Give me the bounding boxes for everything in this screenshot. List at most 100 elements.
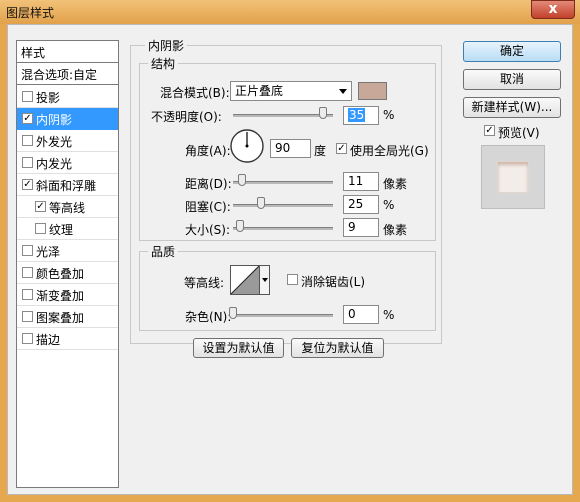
blend-options-label: 混合选项:自定 <box>21 68 98 82</box>
opacity-value: 35 <box>348 108 366 122</box>
choke-slider[interactable] <box>233 204 333 207</box>
quality-title: 品质 <box>148 243 179 260</box>
sidebar-item-checkbox[interactable] <box>35 223 46 234</box>
preview-checkbox[interactable]: ✓ <box>484 125 495 136</box>
sidebar-item[interactable]: 投影 <box>17 86 118 108</box>
angle-value: 90 <box>275 141 291 155</box>
sidebar-item-blend-options[interactable]: 混合选项:自定 <box>17 63 118 85</box>
opacity-unit: % <box>383 108 395 122</box>
sidebar-item-checkbox[interactable] <box>22 157 33 168</box>
sidebar-item[interactable]: 纹理 <box>17 218 118 240</box>
sidebar-item-label: 渐变叠加 <box>36 289 85 303</box>
sidebar-item[interactable]: 描边 <box>17 328 118 350</box>
angle-input[interactable]: 90 <box>270 139 311 158</box>
sidebar-item-checkbox[interactable] <box>22 289 33 300</box>
noise-slider-thumb[interactable] <box>229 307 237 319</box>
dialog-body: 样式 混合选项:自定 投影 ✓ 内阴影 外发光 内发光 ✓ 斜面和浮雕 ✓ 等高线 纹理 光泽 颜色叠… <box>7 24 573 495</box>
reset-default-button[interactable]: 复位为默认值 <box>291 338 384 358</box>
preview-swatch <box>497 161 529 193</box>
sidebar-item-checkbox[interactable] <box>22 91 33 102</box>
opacity-slider-thumb[interactable] <box>319 107 327 119</box>
sidebar-item-label: 投影 <box>36 91 61 105</box>
sidebar-header-label: 样式 <box>21 46 46 60</box>
structure-title: 结构 <box>148 55 179 72</box>
sidebar-item-label: 内阴影 <box>36 113 73 127</box>
contour-preview[interactable] <box>230 265 260 295</box>
ok-button[interactable]: 确定 <box>463 41 561 62</box>
chevron-down-icon <box>262 278 268 282</box>
angle-dial-icon <box>230 129 264 163</box>
sidebar-item-checkbox[interactable]: ✓ <box>22 179 33 190</box>
window-title: 图层样式 <box>6 6 55 20</box>
size-slider[interactable] <box>233 227 333 230</box>
sidebar-item-checkbox[interactable] <box>22 245 33 256</box>
angle-unit: 度 <box>314 144 327 158</box>
size-slider-thumb[interactable] <box>236 220 244 232</box>
cancel-button[interactable]: 取消 <box>463 69 561 90</box>
sidebar-item[interactable]: ✓ 斜面和浮雕 <box>17 174 118 196</box>
noise-unit: % <box>383 308 395 322</box>
distance-label: 距离(D): <box>185 177 232 191</box>
global-light-label[interactable]: 使用全局光(G) <box>350 142 429 159</box>
make-default-button[interactable]: 设置为默认值 <box>193 338 284 358</box>
sidebar-item-checkbox[interactable] <box>22 311 33 322</box>
sidebar-item[interactable]: ✓ 内阴影 <box>17 108 118 130</box>
new-style-button[interactable]: 新建样式(W)... <box>463 97 561 118</box>
sidebar-item-label: 斜面和浮雕 <box>36 179 97 193</box>
sidebar-item-checkbox[interactable]: ✓ <box>22 113 33 124</box>
noise-value: 0 <box>348 307 356 321</box>
layer-style-window: 图层样式 x 样式 混合选项:自定 投影 ✓ 内阴影 外发光 内发光 ✓ 斜面和浮雕 ✓ 等高线… <box>0 0 580 502</box>
styles-sidebar: 样式 混合选项:自定 投影 ✓ 内阴影 外发光 内发光 ✓ 斜面和浮雕 ✓ 等高线 纹理 光泽 颜色叠… <box>16 40 119 488</box>
choke-value: 25 <box>348 197 364 211</box>
choke-unit: % <box>383 198 395 212</box>
distance-input[interactable]: 11 <box>343 172 379 191</box>
size-value: 9 <box>348 220 356 234</box>
inner-shadow-title: 内阴影 <box>145 37 188 54</box>
opacity-label: 不透明度(O): <box>151 110 222 124</box>
sidebar-item-label: 纹理 <box>49 223 74 237</box>
size-input[interactable]: 9 <box>343 218 379 237</box>
sidebar-item[interactable]: 光泽 <box>17 240 118 262</box>
sidebar-item-checkbox[interactable]: ✓ <box>35 201 46 212</box>
distance-slider-thumb[interactable] <box>238 174 246 186</box>
distance-slider[interactable] <box>233 181 333 184</box>
sidebar-item-checkbox[interactable] <box>22 267 33 278</box>
noise-label: 杂色(N): <box>185 310 232 324</box>
antialias-checkbox[interactable] <box>287 274 298 285</box>
blend-mode-label: 混合模式(B): <box>160 86 230 100</box>
sidebar-item-label: 等高线 <box>49 201 86 215</box>
sidebar-item[interactable]: 渐变叠加 <box>17 284 118 306</box>
opacity-input[interactable]: 35 <box>343 106 379 125</box>
blend-mode-select[interactable]: 正片叠底 <box>230 81 352 101</box>
sidebar-item[interactable]: ✓ 等高线 <box>17 196 118 218</box>
sidebar-item[interactable]: 图案叠加 <box>17 306 118 328</box>
sidebar-item-checkbox[interactable] <box>22 135 33 146</box>
close-button[interactable]: x <box>531 0 575 19</box>
choke-input[interactable]: 25 <box>343 195 379 214</box>
angle-dial[interactable] <box>229 128 265 164</box>
quality-group: 品质 等高线: 消除锯齿(L) 杂色(N): 0 % <box>139 243 436 331</box>
inner-shadow-group: 内阴影 结构 混合模式(B): 正片叠底 不透明度(O): 35 % 角度(A)… <box>130 37 442 344</box>
preview-label[interactable]: 预览(V) <box>498 124 540 141</box>
sidebar-item-checkbox[interactable] <box>22 333 33 344</box>
shadow-color-swatch[interactable] <box>358 82 387 100</box>
sidebar-item-label: 描边 <box>36 333 61 347</box>
sidebar-item-label: 颜色叠加 <box>36 267 85 281</box>
global-light-checkbox[interactable]: ✓ <box>336 143 347 154</box>
sidebar-item[interactable]: 颜色叠加 <box>17 262 118 284</box>
choke-slider-thumb[interactable] <box>257 197 265 209</box>
noise-input[interactable]: 0 <box>343 305 379 324</box>
size-label: 大小(S): <box>185 223 231 237</box>
distance-value: 11 <box>348 174 364 188</box>
distance-unit: 像素 <box>383 177 408 191</box>
sidebar-header[interactable]: 样式 <box>17 41 118 63</box>
antialias-label[interactable]: 消除锯齿(L) <box>301 273 365 290</box>
sidebar-item[interactable]: 内发光 <box>17 152 118 174</box>
sidebar-item[interactable]: 外发光 <box>17 130 118 152</box>
noise-slider[interactable] <box>233 314 333 317</box>
sidebar-item-label: 内发光 <box>36 157 73 171</box>
sidebar-item-label: 光泽 <box>36 245 61 259</box>
contour-dropdown-button[interactable] <box>260 265 270 295</box>
opacity-slider[interactable] <box>233 114 333 117</box>
title-bar[interactable]: 图层样式 x <box>0 0 580 24</box>
